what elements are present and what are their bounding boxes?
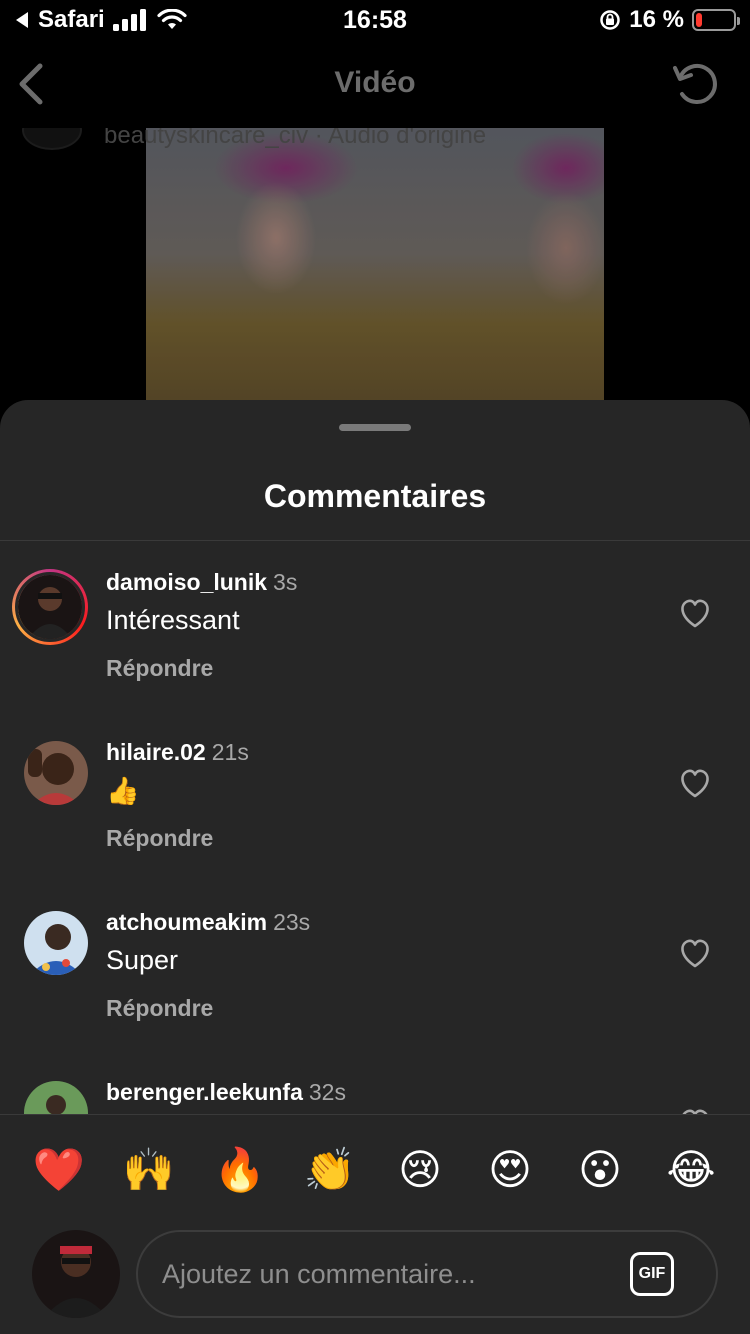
comment-username[interactable]: berenger.leekunfa [106,1079,303,1105]
battery-level [696,13,702,27]
comment-header: atchoumeakim 23s [106,909,310,936]
video-author-line: beautyskincare_civ · Audio d'origine [104,128,487,149]
emoji-heart-eyes-button[interactable]: 😍 [480,1140,540,1200]
navigation-bar: Vidéo [0,44,750,128]
comment-item: hilaire.02 21s 👍 Répondre [0,711,750,881]
reply-button[interactable]: Répondre [106,655,213,682]
comment-text: Intéressant [106,605,240,635]
sheet-title: Commentaires [263,478,487,514]
comment-time: 32s [308,1079,346,1105]
avatar [32,1230,120,1318]
comment-header: hilaire.02 21s [106,739,249,766]
emoji-clap-button[interactable]: 👏 [300,1140,360,1200]
heart-icon[interactable] [678,767,712,799]
emoji-raised-hands-button[interactable]: 🙌 [119,1140,179,1200]
comment-input[interactable] [162,1232,622,1316]
comment-username[interactable]: hilaire.02 [106,739,206,765]
avatar[interactable] [24,741,88,805]
comment-input-container: GIF [136,1230,718,1318]
video-frame [146,128,604,408]
comment-item: damoiso_lunik 3s Intéressant Répondre [0,541,750,711]
reply-button[interactable]: Répondre [106,995,213,1022]
comment-item: berenger.leekunfa 32s [0,1051,750,1114]
avatar-image [15,572,85,642]
comments-list[interactable]: damoiso_lunik 3s Intéressant Répondre hil… [0,541,750,1114]
sheet-grabber[interactable] [339,424,411,431]
emoji-surprised-button[interactable]: 😮 [570,1140,630,1200]
status-right: 16 % [599,6,740,34]
heart-icon[interactable] [678,937,712,969]
heart-icon[interactable] [678,1107,712,1114]
emoji-reaction-bar: ❤️ 🙌 🔥 👏 😢 😍 😮 😂 [0,1140,750,1200]
comment-header: berenger.leekunfa 32s [106,1079,346,1106]
emoji-heart-button[interactable]: ❤️ [29,1140,89,1200]
video-player[interactable]: beautyskincare_civ · Audio d'origine [0,128,750,408]
comment-username[interactable]: damoiso_lunik [106,569,267,595]
comment-time: 3s [273,569,298,595]
refresh-icon[interactable] [670,58,722,110]
gif-button[interactable]: GIF [630,1252,674,1296]
status-bar: Safari 16:58 16 % [0,0,750,40]
orientation-lock-icon [600,10,621,30]
emoji-fire-button[interactable]: 🔥 [210,1140,270,1200]
comment-text: Super [106,945,179,975]
comment-header: damoiso_lunik 3s [106,569,297,596]
comment-username[interactable]: atchoumeakim [106,909,267,935]
divider [0,1114,750,1115]
comment-text: 👍 [106,776,140,806]
heart-icon[interactable] [678,597,712,629]
comment-time: 21s [211,739,249,765]
reply-button[interactable]: Répondre [106,825,213,852]
video-author-avatar [22,128,82,150]
comments-sheet: Commentaires damoiso_lunik 3s Intéressant… [0,400,750,1334]
page-title: Vidéo [334,66,416,99]
battery-percent: 16 % [629,6,684,33]
comment-composer: GIF [0,1226,750,1326]
avatar[interactable] [24,1081,88,1114]
battery-icon [692,9,740,31]
comment-item: atchoumeakim 23s Super Répondre [0,881,750,1051]
avatar[interactable] [24,911,88,975]
emoji-laughing-button[interactable]: 😂 [661,1140,721,1200]
avatar[interactable] [12,569,88,645]
comment-time: 23s [273,909,311,935]
emoji-crying-button[interactable]: 😢 [390,1140,450,1200]
